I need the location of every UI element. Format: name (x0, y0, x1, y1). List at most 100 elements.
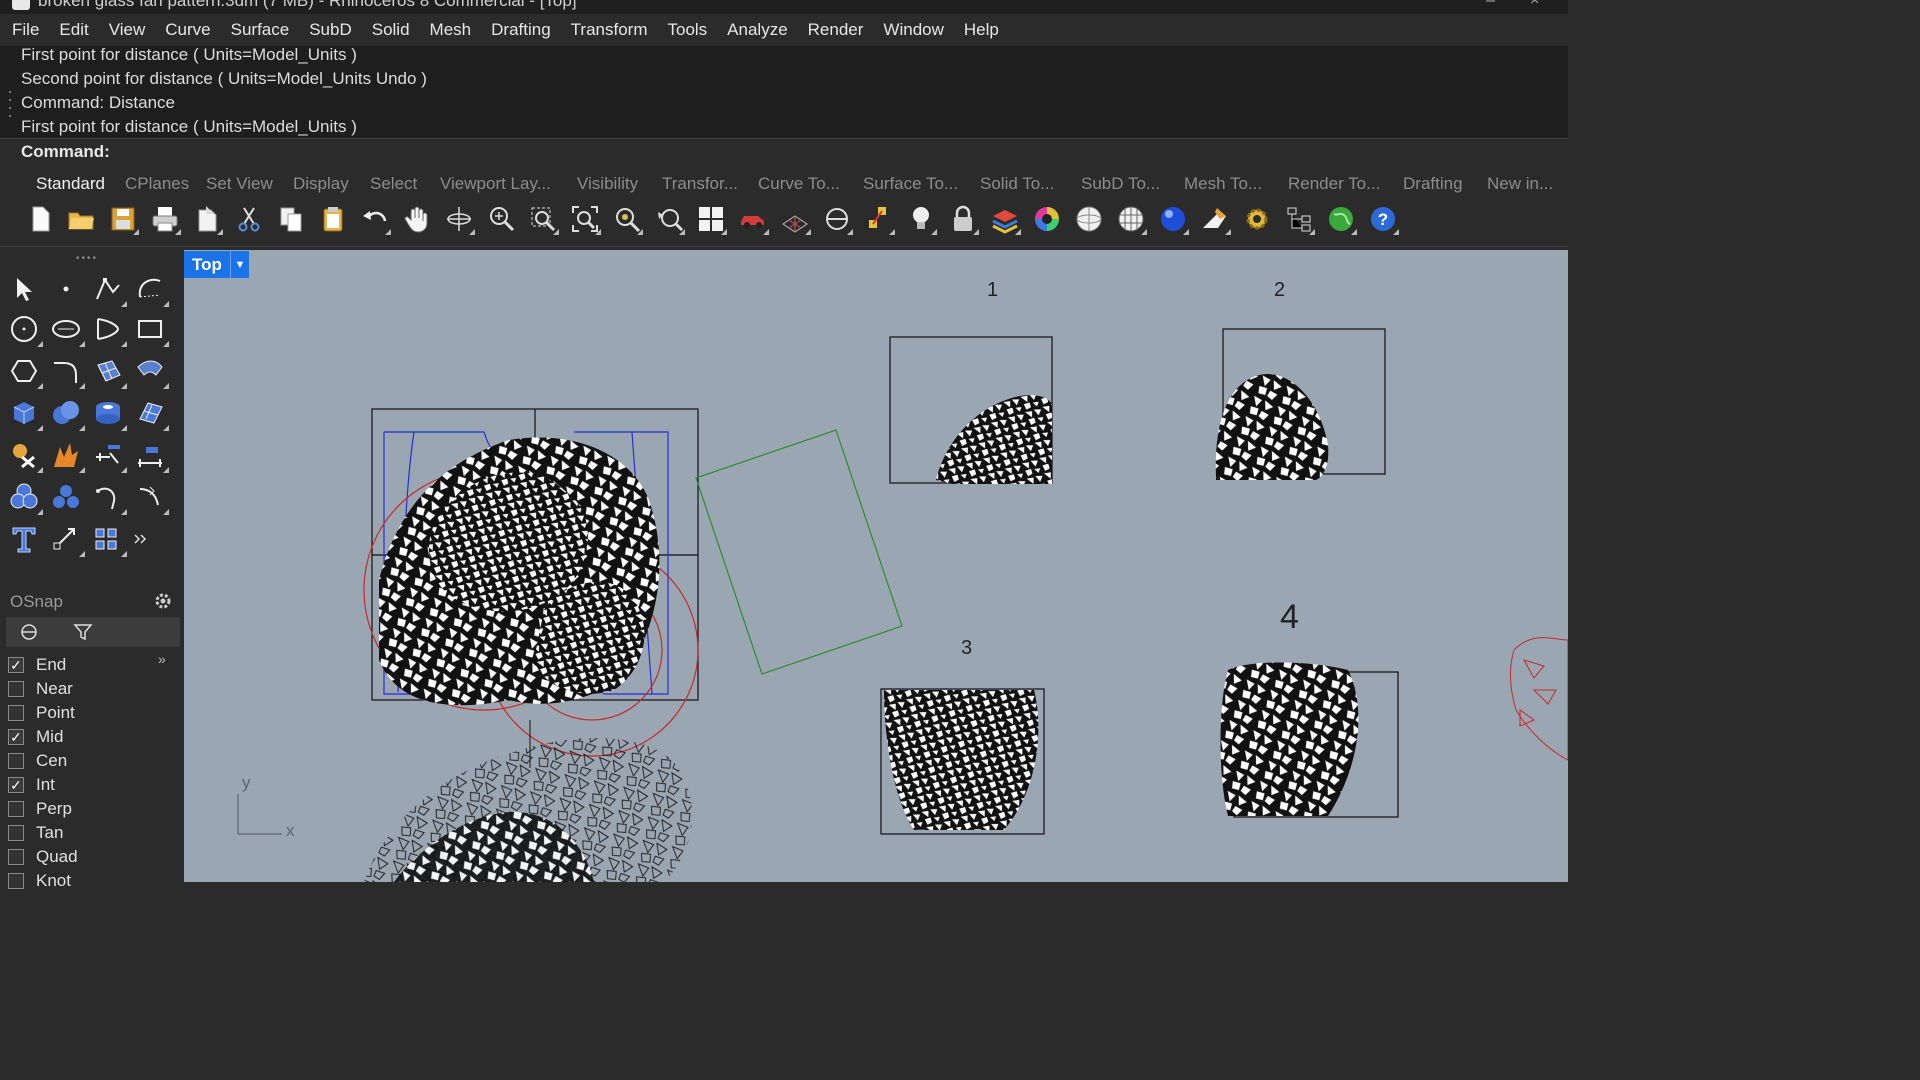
print-icon[interactable] (147, 200, 183, 238)
car-icon[interactable] (735, 200, 771, 238)
extrude-surface-icon[interactable] (130, 351, 170, 391)
globe-icon[interactable] (1323, 200, 1359, 238)
zoom-window-icon[interactable] (525, 200, 561, 238)
menu-mesh[interactable]: Mesh (420, 14, 482, 46)
menu-surface[interactable]: Surface (221, 14, 300, 46)
menu-help[interactable]: Help (954, 14, 1009, 46)
menu-solid[interactable]: Solid (362, 14, 420, 46)
tab-solid-tools[interactable]: Solid To... (980, 174, 1054, 194)
tab-visibility[interactable]: Visibility (577, 174, 638, 194)
viewport-name[interactable]: Top (184, 255, 230, 275)
cylinder-tube-icon[interactable] (88, 393, 128, 433)
undo-view-icon[interactable] (651, 200, 687, 238)
tab-new-in[interactable]: New in... (1487, 174, 1553, 194)
close-icon[interactable]: × (1530, 0, 1539, 10)
menu-tools[interactable]: Tools (657, 14, 717, 46)
curve-icon[interactable] (130, 269, 170, 309)
layers-icon[interactable] (987, 200, 1023, 238)
checkbox-icon[interactable] (8, 801, 24, 817)
sphere-icon[interactable] (1071, 200, 1107, 238)
copy-icon[interactable] (273, 200, 309, 238)
tab-transform[interactable]: Transfor... (662, 174, 738, 194)
tab-surface-tools[interactable]: Surface To... (863, 174, 958, 194)
text-icon[interactable] (4, 519, 44, 559)
zoom-selected-icon[interactable] (609, 200, 645, 238)
circle-icon[interactable] (4, 309, 44, 349)
checkbox-icon[interactable] (8, 825, 24, 841)
four-viewports-icon[interactable] (693, 200, 729, 238)
fillet-curve-icon[interactable] (46, 351, 86, 391)
open-folder-icon[interactable] (63, 200, 99, 238)
tab-viewport-layout[interactable]: Viewport Lay... (440, 174, 551, 194)
osnap-tan[interactable]: Tan (8, 821, 63, 845)
render-sphere-icon[interactable] (1155, 200, 1191, 238)
checkbox-checked-icon[interactable]: ✓ (8, 657, 24, 673)
explode-icon[interactable] (46, 435, 86, 475)
import-icon[interactable] (189, 200, 225, 238)
menu-curve[interactable]: Curve (155, 14, 220, 46)
tab-cplanes[interactable]: CPlanes (125, 174, 189, 194)
checkbox-icon[interactable] (8, 849, 24, 865)
minimize-icon[interactable]: – (1486, 0, 1495, 10)
menu-view[interactable]: View (99, 14, 156, 46)
menu-window[interactable]: Window (873, 14, 953, 46)
menu-file[interactable]: File (0, 14, 49, 46)
scale-icon[interactable] (46, 519, 86, 559)
menu-edit[interactable]: Edit (49, 14, 98, 46)
checkbox-icon[interactable] (8, 705, 24, 721)
point-icon[interactable] (46, 269, 86, 309)
panel-grip-icon[interactable]: •••• (76, 253, 98, 264)
checkbox-icon[interactable] (8, 873, 24, 889)
help-icon[interactable]: ? (1365, 200, 1401, 238)
tab-display[interactable]: Display (293, 174, 349, 194)
command-history[interactable]: First point for distance ( Units=Model_U… (0, 45, 1568, 138)
zoom-icon[interactable] (483, 200, 519, 238)
curve-from-object-icon[interactable] (130, 477, 170, 517)
lock-icon[interactable] (945, 200, 981, 238)
menu-subd[interactable]: SubD (299, 14, 362, 46)
tab-subd-tools[interactable]: SubD To... (1081, 174, 1160, 194)
osnap-mode-icon[interactable] (18, 622, 40, 642)
more-tools-icon[interactable] (121, 519, 161, 559)
tab-curve-tools[interactable]: Curve To... (758, 174, 840, 194)
materials-icon[interactable] (1197, 200, 1233, 238)
checkbox-icon[interactable] (8, 753, 24, 769)
solid-union-icon[interactable] (46, 393, 86, 433)
tab-standard[interactable]: Standard (36, 174, 105, 194)
points-icon[interactable] (861, 200, 897, 238)
ellipse-icon[interactable] (46, 309, 86, 349)
menu-analyze[interactable]: Analyze (717, 14, 797, 46)
osnap-expand-icon[interactable]: » (158, 651, 166, 667)
panel-grip-icon[interactable] (8, 88, 12, 128)
osnap-mid[interactable]: ✓ Mid (8, 725, 63, 749)
surface-grid-icon[interactable] (88, 351, 128, 391)
viewport-tab[interactable]: Top ▼ (184, 251, 249, 278)
tab-mesh-tools[interactable]: Mesh To... (1184, 174, 1262, 194)
osnap-icon[interactable] (819, 200, 855, 238)
hierarchy-icon[interactable] (1281, 200, 1317, 238)
osnap-quad[interactable]: Quad (8, 845, 78, 869)
cut-icon[interactable] (231, 200, 267, 238)
osnap-knot[interactable]: Knot (8, 869, 71, 893)
tab-drafting[interactable]: Drafting (1403, 174, 1463, 194)
menu-transform[interactable]: Transform (561, 14, 658, 46)
osnap-settings-gear-icon[interactable] (153, 591, 173, 611)
linear-dimension-icon[interactable] (130, 435, 170, 475)
pan-hand-icon[interactable] (399, 200, 435, 238)
solid-spheres-icon[interactable] (46, 477, 86, 517)
mesh-plane-icon[interactable] (130, 393, 170, 433)
dimension-icon[interactable] (88, 435, 128, 475)
new-file-icon[interactable] (22, 200, 58, 238)
undo-icon[interactable] (357, 200, 393, 238)
color-wheel-icon[interactable] (1029, 200, 1065, 238)
osnap-cen[interactable]: Cen (8, 749, 67, 773)
tab-render-tools[interactable]: Render To... (1288, 174, 1380, 194)
save-icon[interactable] (105, 200, 141, 238)
paste-icon[interactable] (315, 200, 351, 238)
polygon-icon[interactable] (4, 351, 44, 391)
box-icon[interactable] (4, 393, 44, 433)
polyline-icon[interactable] (88, 269, 128, 309)
osnap-filter-icon[interactable] (72, 622, 94, 642)
transform-tools-icon[interactable] (4, 435, 44, 475)
osnap-perp[interactable]: Perp (8, 797, 72, 821)
